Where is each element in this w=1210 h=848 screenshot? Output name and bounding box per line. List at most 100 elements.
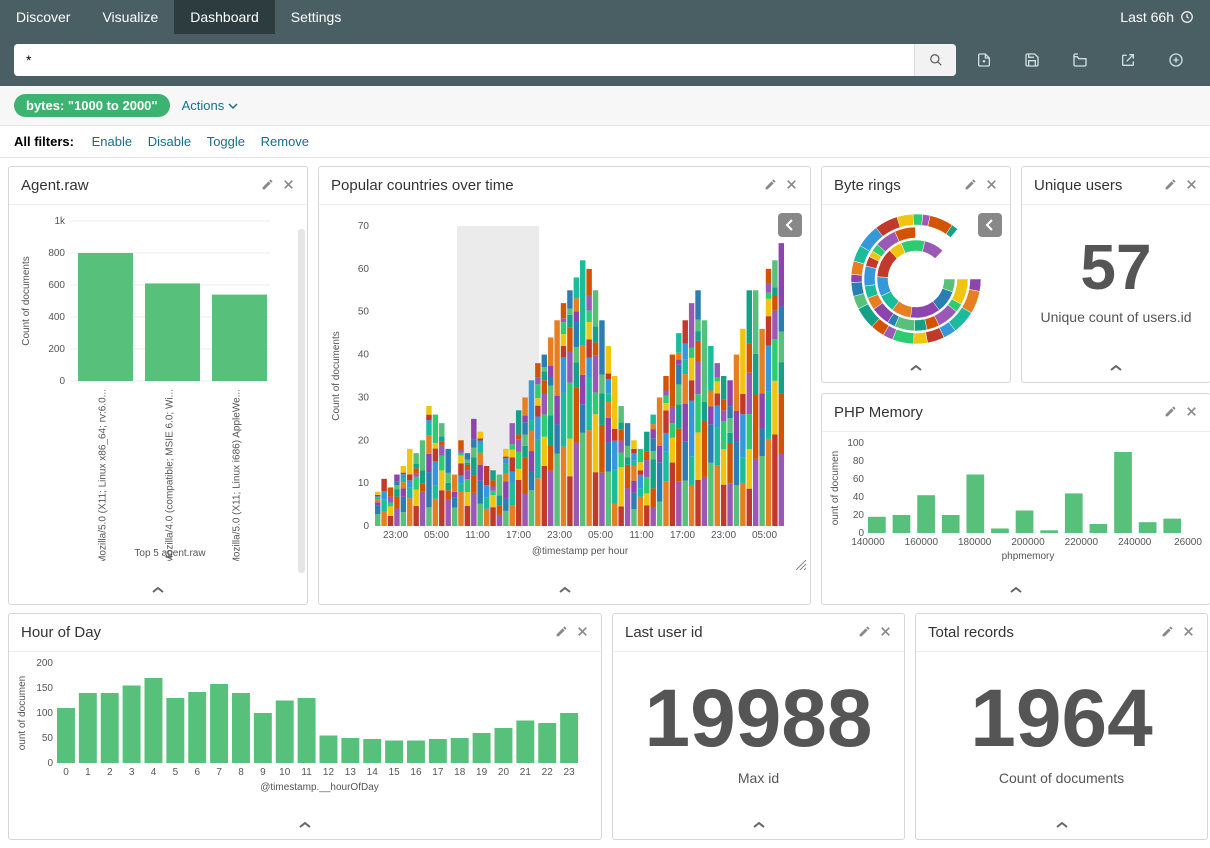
share-button[interactable]: [1108, 44, 1148, 76]
svg-text:10: 10: [279, 767, 291, 778]
edit-panel-button[interactable]: [1164, 405, 1177, 421]
legend-toggle-button[interactable]: [778, 213, 802, 237]
chevron-up-icon: [298, 820, 312, 830]
svg-text:5: 5: [173, 767, 179, 778]
remove-panel-button[interactable]: [879, 625, 892, 641]
svg-text:Mozilla/4.0 (compatible; MSIE: Mozilla/4.0 (compatible; MSIE 6.0; Wi...: [165, 389, 176, 561]
filter-bar: bytes: "1000 to 2000" Actions: [0, 86, 1210, 126]
svg-text:23:00: 23:00: [711, 530, 736, 541]
edit-panel-button[interactable]: [764, 178, 777, 194]
svg-text:16: 16: [410, 767, 422, 778]
svg-text:14: 14: [367, 767, 379, 778]
svg-text:80: 80: [853, 456, 865, 467]
svg-text:26000: 26000: [1174, 537, 1202, 548]
metric-value: 19988: [619, 678, 898, 760]
svg-text:Top 5 agent.raw: Top 5 agent.raw: [134, 548, 206, 559]
save-icon: [1024, 52, 1040, 68]
svg-text:7: 7: [216, 767, 222, 778]
filter-toggle-link[interactable]: Toggle: [207, 134, 245, 149]
svg-text:2: 2: [107, 767, 113, 778]
panel-scrollbar[interactable]: [298, 229, 305, 573]
edit-panel-button[interactable]: [1164, 178, 1177, 194]
byte-rings-chart[interactable]: [828, 211, 1003, 346]
filter-actions-dropdown[interactable]: Actions: [182, 98, 239, 113]
time-picker[interactable]: Last 66h: [1104, 0, 1210, 34]
panel-agent-raw: Agent.raw 02004006008001kMozilla/5.0 (X1…: [8, 166, 308, 605]
svg-text:1k: 1k: [54, 216, 66, 227]
filter-pill[interactable]: bytes: "1000 to 2000": [14, 94, 170, 117]
nav-tab-visualize[interactable]: Visualize: [86, 0, 174, 34]
remove-panel-button[interactable]: [785, 178, 798, 194]
panel-expand-button[interactable]: [916, 812, 1207, 839]
countries-chart[interactable]: 01020304050607023:0005:0011:0017:0023:00…: [325, 211, 803, 561]
panel-expand-button[interactable]: [613, 812, 904, 839]
svg-text:18: 18: [454, 767, 466, 778]
filter-enable-link[interactable]: Enable: [92, 134, 132, 149]
search-button[interactable]: [914, 44, 956, 76]
nav-tab-dashboard[interactable]: Dashboard: [174, 0, 275, 34]
search-wrapper: [14, 44, 956, 76]
svg-text:200: 200: [48, 344, 65, 355]
close-icon: [1185, 178, 1198, 191]
save-button[interactable]: [1012, 44, 1052, 76]
panel-expand-button[interactable]: [9, 812, 601, 839]
panel-title: Hour of Day: [21, 624, 547, 641]
panel-expand-button[interactable]: [822, 355, 1010, 382]
svg-text:Count of documents: Count of documents: [21, 256, 32, 346]
edit-panel-button[interactable]: [555, 625, 568, 641]
remove-panel-button[interactable]: [1182, 625, 1195, 641]
svg-text:0: 0: [363, 521, 369, 532]
nav-tab-discover[interactable]: Discover: [0, 0, 86, 34]
svg-text:4: 4: [151, 767, 157, 778]
edit-panel-button[interactable]: [964, 178, 977, 194]
svg-text:140000: 140000: [851, 537, 885, 548]
pencil-icon: [764, 178, 777, 191]
all-filters-row: All filters: Enable Disable Toggle Remov…: [0, 126, 1210, 158]
panel-expand-button[interactable]: [1022, 355, 1210, 382]
edit-panel-button[interactable]: [858, 625, 871, 641]
edit-panel-button[interactable]: [261, 178, 274, 194]
legend-toggle-button[interactable]: [978, 213, 1002, 237]
pencil-icon: [1164, 178, 1177, 191]
panel-expand-button[interactable]: [822, 577, 1210, 604]
panel-expand-button[interactable]: [319, 577, 810, 604]
svg-text:160000: 160000: [905, 537, 939, 548]
remove-panel-button[interactable]: [985, 178, 998, 194]
new-dashboard-button[interactable]: [964, 44, 1004, 76]
nav-tab-settings[interactable]: Settings: [275, 0, 358, 34]
svg-text:23:00: 23:00: [383, 530, 408, 541]
panel-total-records: Total records 1964 Count of documents: [915, 613, 1208, 840]
resize-handle-icon[interactable]: [796, 558, 806, 573]
agent-chart[interactable]: 02004006008001kMozilla/5.0 (X11; Linux x…: [15, 211, 285, 561]
panel-byte-rings: Byte rings: [821, 166, 1011, 383]
svg-text:200000: 200000: [1011, 537, 1045, 548]
close-icon: [985, 178, 998, 191]
pencil-icon: [964, 178, 977, 191]
open-button[interactable]: [1060, 44, 1100, 76]
chevron-up-icon: [1055, 820, 1069, 830]
remove-panel-button[interactable]: [282, 178, 295, 194]
hour-chart[interactable]: 0501001502000123456789101112131415161718…: [15, 658, 595, 803]
svg-text:23: 23: [564, 767, 576, 778]
pencil-icon: [858, 625, 871, 638]
filter-remove-link[interactable]: Remove: [261, 134, 309, 149]
svg-text:100: 100: [36, 708, 53, 719]
svg-text:0: 0: [47, 758, 53, 769]
panel-expand-button[interactable]: [9, 577, 307, 604]
metric-subtitle: Count of documents: [922, 770, 1201, 786]
php-chart[interactable]: 0204060801001400001600001800002000002200…: [828, 438, 1203, 568]
svg-text:05:00: 05:00: [752, 530, 777, 541]
remove-panel-button[interactable]: [1185, 178, 1198, 194]
edit-panel-button[interactable]: [1161, 625, 1174, 641]
add-panel-button[interactable]: [1156, 44, 1196, 76]
svg-text:Mozilla/5.0 (X11; Linux x86_64: Mozilla/5.0 (X11; Linux x86_64; rv:6.0..…: [98, 389, 109, 561]
remove-panel-button[interactable]: [1185, 405, 1198, 421]
search-input[interactable]: [14, 44, 914, 76]
metric-subtitle: Unique count of users.id: [1028, 309, 1204, 325]
close-icon: [1185, 405, 1198, 418]
svg-text:22: 22: [542, 767, 554, 778]
filter-disable-link[interactable]: Disable: [148, 134, 191, 149]
remove-panel-button[interactable]: [576, 625, 589, 641]
svg-text:400: 400: [48, 312, 65, 323]
svg-text:600: 600: [48, 280, 65, 291]
